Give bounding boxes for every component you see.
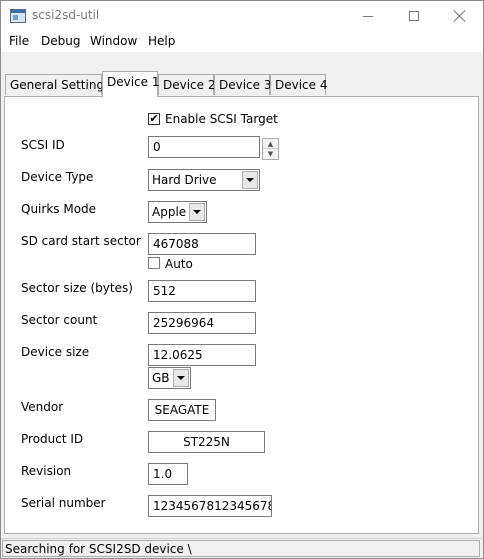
- tab-general-settings[interactable]: General Settings: [5, 74, 110, 95]
- tab-device-1[interactable]: Device 1: [102, 71, 160, 97]
- serial-number-label: Serial number: [21, 496, 106, 510]
- device-size-label: Device size: [21, 345, 90, 359]
- close-button[interactable]: [437, 1, 483, 31]
- spin-up-icon[interactable]: ▲: [263, 139, 278, 149]
- status-bar: Searching for SCSI2SD device \: [1, 538, 483, 558]
- auto-checkbox[interactable]: [148, 257, 160, 269]
- device-type-label: Device Type: [21, 170, 94, 184]
- menu-file[interactable]: File: [9, 34, 29, 48]
- maximize-button[interactable]: [391, 1, 437, 31]
- close-icon: [454, 10, 466, 22]
- maximize-icon: [409, 11, 419, 21]
- device-type-select[interactable]: Hard Drive: [148, 169, 260, 191]
- menu-help[interactable]: Help: [148, 34, 175, 48]
- sector-size-field[interactable]: 512: [148, 280, 256, 302]
- quirks-mode-label: Quirks Mode: [21, 202, 97, 216]
- checkmark-icon: ✔: [149, 112, 159, 125]
- auto-label: Auto: [165, 257, 193, 271]
- enable-scsi-target-checkbox[interactable]: ✔: [148, 113, 160, 125]
- device-size-field[interactable]: 12.0625: [148, 344, 256, 366]
- quirks-mode-select[interactable]: Apple: [148, 201, 207, 223]
- status-text: Searching for SCSI2SD device \: [5, 542, 192, 556]
- device-settings-panel: ✔ Enable SCSI Target SCSI ID 0 ▲ ▼ Devic…: [4, 96, 479, 534]
- chevron-down-icon[interactable]: [242, 171, 258, 189]
- tab-strip: General Settings Device 1 Device 2 Devic…: [1, 52, 483, 97]
- sector-size-label: Sector size (bytes): [21, 281, 133, 295]
- tab-device-2[interactable]: Device 2: [158, 74, 216, 95]
- serial-number-field[interactable]: 1234567812345678: [148, 495, 272, 517]
- menu-bar: File Debug Window Help: [1, 31, 483, 52]
- scsi-id-spinner[interactable]: ▲ ▼: [262, 138, 279, 160]
- vendor-field[interactable]: SEAGATE: [148, 399, 216, 421]
- revision-label: Revision: [21, 464, 72, 478]
- menu-window[interactable]: Window: [90, 34, 137, 48]
- scsi-id-label: SCSI ID: [21, 138, 65, 152]
- tab-device-4[interactable]: Device 4: [270, 74, 328, 95]
- title-bar[interactable]: scsi2sd-util: [1, 1, 483, 31]
- sector-count-label: Sector count: [21, 313, 98, 327]
- sector-count-field[interactable]: 25296964: [148, 312, 256, 334]
- minimize-button[interactable]: [345, 1, 391, 31]
- size-unit-value: GB: [152, 371, 170, 385]
- start-sector-label: SD card start sector: [21, 234, 141, 248]
- quirks-mode-value: Apple: [152, 205, 187, 219]
- tab-device-3[interactable]: Device 3: [214, 74, 272, 95]
- product-id-field[interactable]: ST225N: [148, 431, 265, 453]
- product-id-label: Product ID: [21, 432, 84, 446]
- device-type-value: Hard Drive: [152, 173, 217, 187]
- scsi-id-field[interactable]: 0: [148, 136, 260, 158]
- app-window: scsi2sd-util File Debug Window Help Gene…: [0, 0, 484, 559]
- size-unit-select[interactable]: GB: [148, 367, 191, 389]
- spin-down-icon[interactable]: ▼: [263, 149, 278, 159]
- vendor-label: Vendor: [21, 400, 64, 414]
- chevron-down-icon[interactable]: [189, 203, 205, 221]
- enable-scsi-target-label: Enable SCSI Target: [165, 112, 278, 126]
- minimize-icon: [363, 15, 373, 17]
- start-sector-field[interactable]: 467088: [148, 233, 256, 255]
- window-title: scsi2sd-util: [32, 8, 100, 22]
- chevron-down-icon[interactable]: [173, 369, 189, 387]
- menu-debug[interactable]: Debug: [41, 34, 80, 48]
- app-icon: [10, 9, 26, 23]
- revision-field[interactable]: 1.0: [148, 463, 188, 485]
